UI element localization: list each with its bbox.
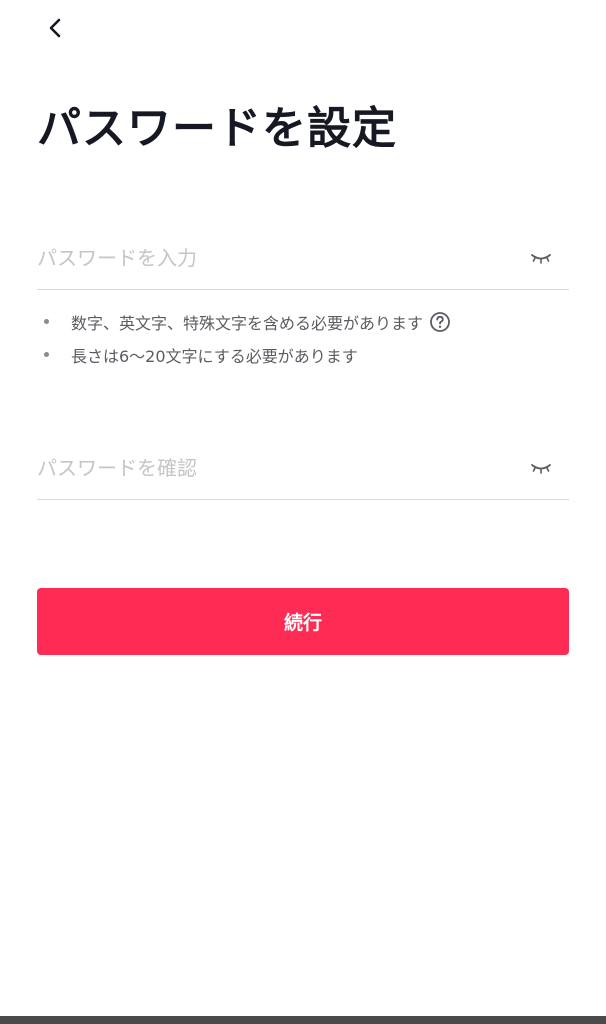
password-field: [37, 226, 569, 290]
requirement-text: 長さは6〜20文字にする必要があります: [71, 346, 358, 366]
confirm-password-field: [37, 436, 569, 500]
continue-button[interactable]: 続行: [37, 588, 569, 655]
bullet: [44, 352, 49, 357]
confirm-password-input[interactable]: [37, 436, 507, 499]
password-input[interactable]: [37, 226, 507, 289]
requirement-text: 数字、英文字、特殊文字を含める必要があります: [71, 313, 424, 333]
page-title: パスワードを設定: [37, 103, 397, 154]
bullet: [44, 319, 49, 324]
password-requirements: 数字、英文字、特殊文字を含める必要があります 長さは6〜20文字にする必要があり…: [37, 305, 569, 371]
requirement-item: 数字、英文字、特殊文字を含める必要があります: [37, 305, 569, 338]
eye-closed-icon: [531, 464, 551, 474]
help-button[interactable]: [429, 311, 451, 333]
back-button[interactable]: [38, 10, 74, 46]
set-password-screen: パスワードを設定 数字、英文字、特殊文字を含める必要があります 長さは6〜20文…: [0, 0, 606, 1024]
requirement-item: 長さは6〜20文字にする必要があります: [37, 338, 569, 371]
chevron-left-icon: [49, 18, 61, 38]
confirm-visibility-toggle[interactable]: [529, 456, 553, 480]
system-bottom-bar: [0, 1016, 606, 1024]
eye-closed-icon: [531, 254, 551, 264]
password-visibility-toggle[interactable]: [529, 246, 553, 270]
question-circle-icon: [430, 311, 450, 332]
